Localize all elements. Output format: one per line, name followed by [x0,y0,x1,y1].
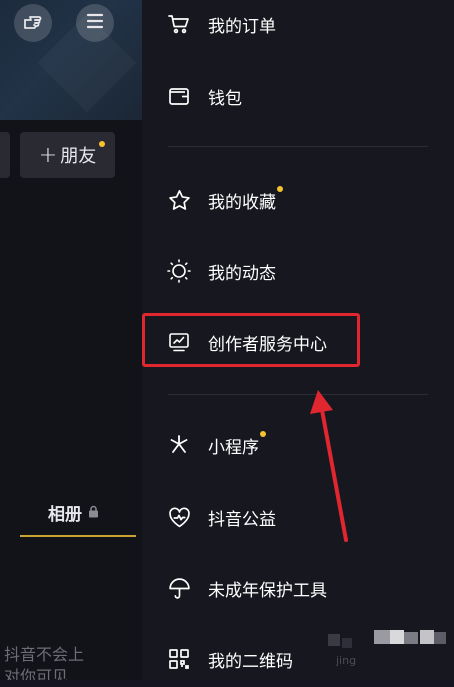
annotation-arrow [310,390,348,542]
watermark-text: jing [336,654,357,667]
watermark: jing [328,628,452,668]
